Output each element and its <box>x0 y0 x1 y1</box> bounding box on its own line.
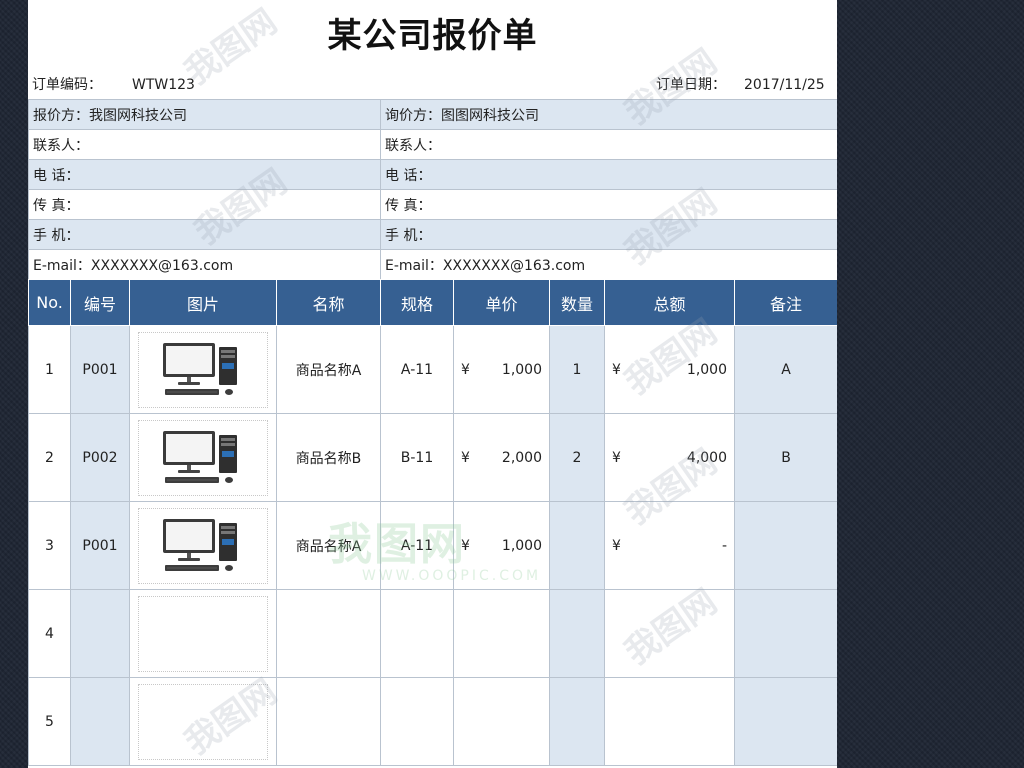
cell-unit-price <box>453 677 550 766</box>
table-row: 4 <box>28 589 837 678</box>
page-title: 某公司报价单 <box>327 16 538 56</box>
buyer-email: E-mail：XXXXXXX@163.com <box>380 249 837 280</box>
cell-code: P001 <box>70 501 130 590</box>
seller-mobile: 手 机： <box>28 219 381 250</box>
buyer-name: 询价方：图图网科技公司 <box>380 99 837 130</box>
order-date-label: 订单日期： <box>656 77 726 93</box>
cell-quantity <box>549 677 605 766</box>
cell-spec <box>380 589 454 678</box>
image-frame <box>138 507 268 584</box>
cell-spec: A-11 <box>380 501 454 590</box>
cell-quantity <box>549 589 605 678</box>
table-row: 2 P002 商品名称B B-11 ¥2,000 2 ¥4,000 B <box>28 413 837 502</box>
buyer-phone: 电 话： <box>380 159 837 190</box>
cell-spec <box>380 677 454 766</box>
header-name: 名称 <box>276 279 381 326</box>
seller-name: 报价方：我图网科技公司 <box>28 99 381 130</box>
cell-note <box>734 589 837 678</box>
header-spec: 规格 <box>380 279 454 326</box>
computer-icon <box>163 342 237 395</box>
party-info-table: 报价方：我图网科技公司 询价方：图图网科技公司 联系人： 联系人： 电 话： 电… <box>28 99 837 280</box>
cell-name: 商品名称B <box>276 413 381 502</box>
cell-note <box>734 677 837 766</box>
cell-total: ¥ - <box>604 501 735 590</box>
cell-note <box>734 501 837 590</box>
cell-no: 5 <box>28 677 71 766</box>
order-date-value: 2017/11/25 <box>744 77 825 93</box>
cell-total: ¥1,000 <box>604 325 735 414</box>
header-no: No. <box>28 279 71 326</box>
cell-name: 商品名称A <box>276 325 381 414</box>
cell-unit-price <box>453 589 550 678</box>
order-number-label: 订单编码： <box>32 77 102 93</box>
header-code: 编号 <box>70 279 130 326</box>
image-frame <box>138 331 268 408</box>
cell-image <box>129 677 277 766</box>
cell-no: 4 <box>28 589 71 678</box>
header-quantity: 数量 <box>549 279 605 326</box>
cell-no: 2 <box>28 413 71 502</box>
cell-no: 3 <box>28 501 71 590</box>
order-number-value: WTW123 <box>132 77 195 93</box>
seller-phone: 电 话： <box>28 159 381 190</box>
cell-unit-price: ¥1,000 <box>453 325 550 414</box>
table-row: 3 P001 商品名称A A-11 ¥1,000 ¥ - <box>28 501 837 590</box>
cell-no: 1 <box>28 325 71 414</box>
cell-code <box>70 677 130 766</box>
cell-spec: A-11 <box>380 325 454 414</box>
cell-image <box>129 501 277 590</box>
cell-code <box>70 589 130 678</box>
cell-spec: B-11 <box>380 413 454 502</box>
table-row: 1 P001 商品名称A A-11 ¥1,000 1 ¥1,000 A <box>28 325 837 414</box>
cell-name <box>276 589 381 678</box>
computer-icon <box>163 430 237 483</box>
cell-code: P001 <box>70 325 130 414</box>
image-frame <box>138 419 268 496</box>
cell-unit-price: ¥1,000 <box>453 501 550 590</box>
cell-code: P002 <box>70 413 130 502</box>
seller-fax: 传 真： <box>28 189 381 220</box>
cell-quantity <box>549 501 605 590</box>
seller-contact: 联系人： <box>28 129 381 160</box>
buyer-fax: 传 真： <box>380 189 837 220</box>
table-row: 5 <box>28 677 837 766</box>
table-header-row: No. 编号 图片 名称 规格 单价 数量 总额 备注 <box>28 279 837 326</box>
buyer-contact: 联系人： <box>380 129 837 160</box>
image-frame <box>138 595 268 672</box>
image-frame <box>138 683 268 760</box>
cell-total: ¥4,000 <box>604 413 735 502</box>
cell-name <box>276 677 381 766</box>
cell-total <box>604 589 735 678</box>
cell-name: 商品名称A <box>276 501 381 590</box>
cell-note: A <box>734 325 837 414</box>
computer-icon <box>163 518 237 571</box>
cell-image <box>129 589 277 678</box>
header-unit-price: 单价 <box>453 279 550 326</box>
cell-note: B <box>734 413 837 502</box>
cell-quantity: 2 <box>549 413 605 502</box>
cell-total <box>604 677 735 766</box>
header-note: 备注 <box>734 279 837 326</box>
header-total: 总额 <box>604 279 735 326</box>
seller-email: E-mail：XXXXXXX@163.com <box>28 249 381 280</box>
items-table: No. 编号 图片 名称 规格 单价 数量 总额 备注 1 P001 商品名称A… <box>28 279 837 766</box>
cell-image <box>129 325 277 414</box>
cell-quantity: 1 <box>549 325 605 414</box>
cell-image <box>129 413 277 502</box>
cell-unit-price: ¥2,000 <box>453 413 550 502</box>
buyer-mobile: 手 机： <box>380 219 837 250</box>
quote-sheet: 某公司报价单 订单编码： WTW123 订单日期： 2017/11/25 报价方… <box>28 0 837 768</box>
header-image: 图片 <box>129 279 277 326</box>
